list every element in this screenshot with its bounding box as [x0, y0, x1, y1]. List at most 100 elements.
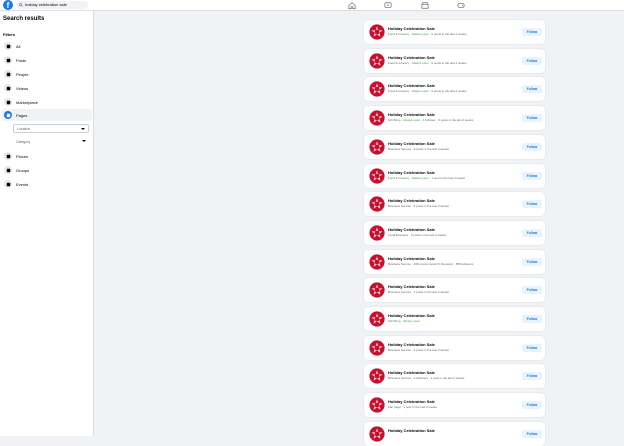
follow-button[interactable]: Follow — [522, 28, 542, 36]
follow-button[interactable]: Follow — [522, 56, 542, 65]
page-avatar[interactable] — [369, 224, 385, 241]
page-name[interactable]: Holiday Celebration Sale — [388, 256, 435, 261]
page-meta-prefix: Business Service · 4 posts in the last 2… — [388, 347, 449, 352]
page-meta: Gift Shop · Always open · 1 follower · 6… — [388, 118, 473, 122]
follow-button[interactable]: Follow — [522, 286, 542, 295]
page-avatar[interactable] — [369, 138, 385, 155]
page-name[interactable]: Holiday Celebration Sale — [388, 399, 435, 404]
groups-icon — [4, 166, 12, 174]
follow-button[interactable]: Follow — [522, 372, 542, 381]
follow-button[interactable]: Follow — [522, 85, 542, 94]
page-meta-prefix: Fan page · 1 post in the last 2 weeks — [388, 405, 438, 410]
page-meta-suffix: · 1 follower · 6 posts in the last 2 wee… — [420, 118, 474, 123]
follow-button[interactable]: Follow — [522, 315, 542, 323]
page-avatar[interactable] — [369, 110, 385, 127]
home-icon[interactable] — [348, 2, 356, 9]
filter-item-label: All — [16, 43, 21, 49]
page-meta: Business Service · 5 posts in the last 2… — [388, 147, 449, 151]
page-meta: Business Service · 2 followers · 1 post … — [388, 376, 464, 380]
page-result-card[interactable]: Holiday Celebration Sale Business Service… — [364, 335, 545, 360]
page-name[interactable]: Holiday Celebration Sale — [388, 313, 435, 318]
page-result-card[interactable]: Holiday Celebration Sale Follow — [364, 421, 545, 446]
filter-item-videos[interactable]: Videos — [2, 82, 92, 94]
flag-icon — [4, 111, 12, 119]
filter-item-places[interactable]: Places — [2, 150, 92, 162]
page-avatar[interactable] — [369, 81, 385, 98]
page-result-card[interactable]: Holiday Celebration Sale Food & Grocery ·… — [364, 163, 545, 188]
gaming-icon[interactable] — [457, 2, 465, 9]
pin-icon — [4, 152, 12, 160]
page-avatar[interactable] — [369, 196, 385, 213]
category-dropdown[interactable]: Category — [13, 137, 89, 146]
page-result-card[interactable]: Holiday Celebration Sale Business Service… — [364, 364, 545, 389]
search-input[interactable]: holiday celebration sale — [16, 1, 88, 9]
location-label: Location — [17, 126, 31, 131]
location-dropdown[interactable]: Location — [13, 124, 89, 133]
follow-button[interactable]: Follow — [522, 114, 542, 123]
page-avatar[interactable] — [369, 425, 385, 442]
follow-button[interactable]: Follow — [522, 401, 542, 410]
page-meta: Business Service · 4 posts in the last 2… — [388, 348, 449, 352]
page-avatar[interactable] — [369, 339, 385, 356]
page-name[interactable]: Holiday Celebration Sale — [388, 83, 435, 88]
watch-icon[interactable] — [384, 2, 392, 9]
page-avatar[interactable] — [369, 397, 385, 414]
page-meta: Food & Grocery · Always open · 6 posts i… — [388, 89, 467, 93]
follow-button[interactable]: Follow — [522, 429, 542, 438]
page-result-card[interactable]: Holiday Celebration Sale Food & Grocery ·… — [364, 77, 545, 102]
page-result-card[interactable]: Holiday Celebration Sale Food & Grocery ·… — [364, 20, 545, 44]
page-result-card[interactable]: Holiday Celebration Sale Business Service… — [364, 134, 545, 159]
page-meta-prefix: Food & Grocery · — [388, 32, 412, 36]
page-name[interactable]: Holiday Celebration Sale — [388, 227, 435, 232]
page-result-card[interactable]: Holiday Celebration Sale Business Service… — [364, 192, 545, 217]
page-avatar[interactable] — [369, 52, 385, 69]
page-name[interactable]: Holiday Celebration Sale — [388, 370, 435, 375]
filter-item-people[interactable]: People — [2, 68, 92, 80]
page-title: Search results — [3, 16, 45, 22]
filter-item-events[interactable]: Events — [2, 178, 92, 190]
page-meta-suffix: · 1 post in the last 2 weeks — [428, 175, 466, 180]
follow-button[interactable]: Follow — [522, 142, 542, 151]
follow-button[interactable]: Follow — [522, 200, 542, 209]
page-result-card[interactable]: Holiday Celebration Sale Business Service… — [364, 278, 545, 303]
filter-item-marketplace[interactable]: Marketplace — [2, 96, 92, 108]
follow-button[interactable]: Follow — [522, 257, 542, 266]
page-avatar[interactable] — [369, 24, 385, 40]
page-result-card[interactable]: Holiday Celebration Sale Local Business ·… — [364, 220, 545, 245]
page-name[interactable]: Holiday Celebration Sale — [388, 26, 435, 31]
page-result-card[interactable]: Holiday Celebration Sale Gift Shop · Alwa… — [364, 307, 545, 331]
filter-item-groups[interactable]: Groups — [2, 164, 92, 176]
filter-item-pages[interactable]: Pages — [2, 109, 92, 121]
marketplace-nav-icon[interactable] — [421, 2, 429, 9]
page-result-card[interactable]: Holiday Celebration Sale Fan page · 1 pos… — [364, 393, 545, 418]
page-avatar[interactable] — [369, 282, 385, 299]
page-name[interactable]: Holiday Celebration Sale — [388, 112, 435, 117]
filter-item-label: Events — [16, 181, 29, 187]
facebook-logo[interactable]: f — [3, 0, 13, 10]
grid-icon — [4, 42, 12, 50]
filter-item-label: Videos — [16, 85, 29, 91]
page-name[interactable]: Holiday Celebration Sale — [388, 342, 435, 347]
page-result-card[interactable]: Holiday Celebration Sale Gift Shop · Alwa… — [364, 106, 545, 131]
filter-item-all[interactable]: All — [2, 40, 92, 52]
page-name[interactable]: Holiday Celebration Sale — [388, 55, 435, 60]
follow-button[interactable]: Follow — [522, 228, 542, 237]
page-avatar[interactable] — [369, 167, 385, 184]
follow-button[interactable]: Follow — [522, 343, 542, 352]
follow-button[interactable]: Follow — [522, 171, 542, 180]
page-meta: Food & Grocery · Always open · 1 post in… — [388, 176, 465, 180]
filter-item-posts[interactable]: Posts — [2, 54, 92, 66]
page-meta: Fan page · 1 post in the last 2 weeks — [388, 405, 437, 409]
page-result-card[interactable]: Holiday Celebration Sale Business Service… — [364, 249, 545, 274]
video-icon — [4, 84, 12, 92]
page-result-card[interactable]: Holiday Celebration Sale Food & Grocery ·… — [364, 48, 545, 73]
page-meta-prefix: Local Business · 5 posts in the last 2 w… — [388, 232, 447, 237]
page-name[interactable]: Holiday Celebration Sale — [388, 428, 435, 433]
page-name[interactable]: Holiday Celebration Sale — [388, 198, 435, 203]
page-avatar[interactable] — [369, 311, 385, 327]
page-name[interactable]: Holiday Celebration Sale — [388, 170, 435, 175]
page-name[interactable]: Holiday Celebration Sale — [388, 141, 435, 146]
page-avatar[interactable] — [369, 253, 385, 270]
page-name[interactable]: Holiday Celebration Sale — [388, 284, 435, 289]
page-avatar[interactable] — [369, 368, 385, 385]
